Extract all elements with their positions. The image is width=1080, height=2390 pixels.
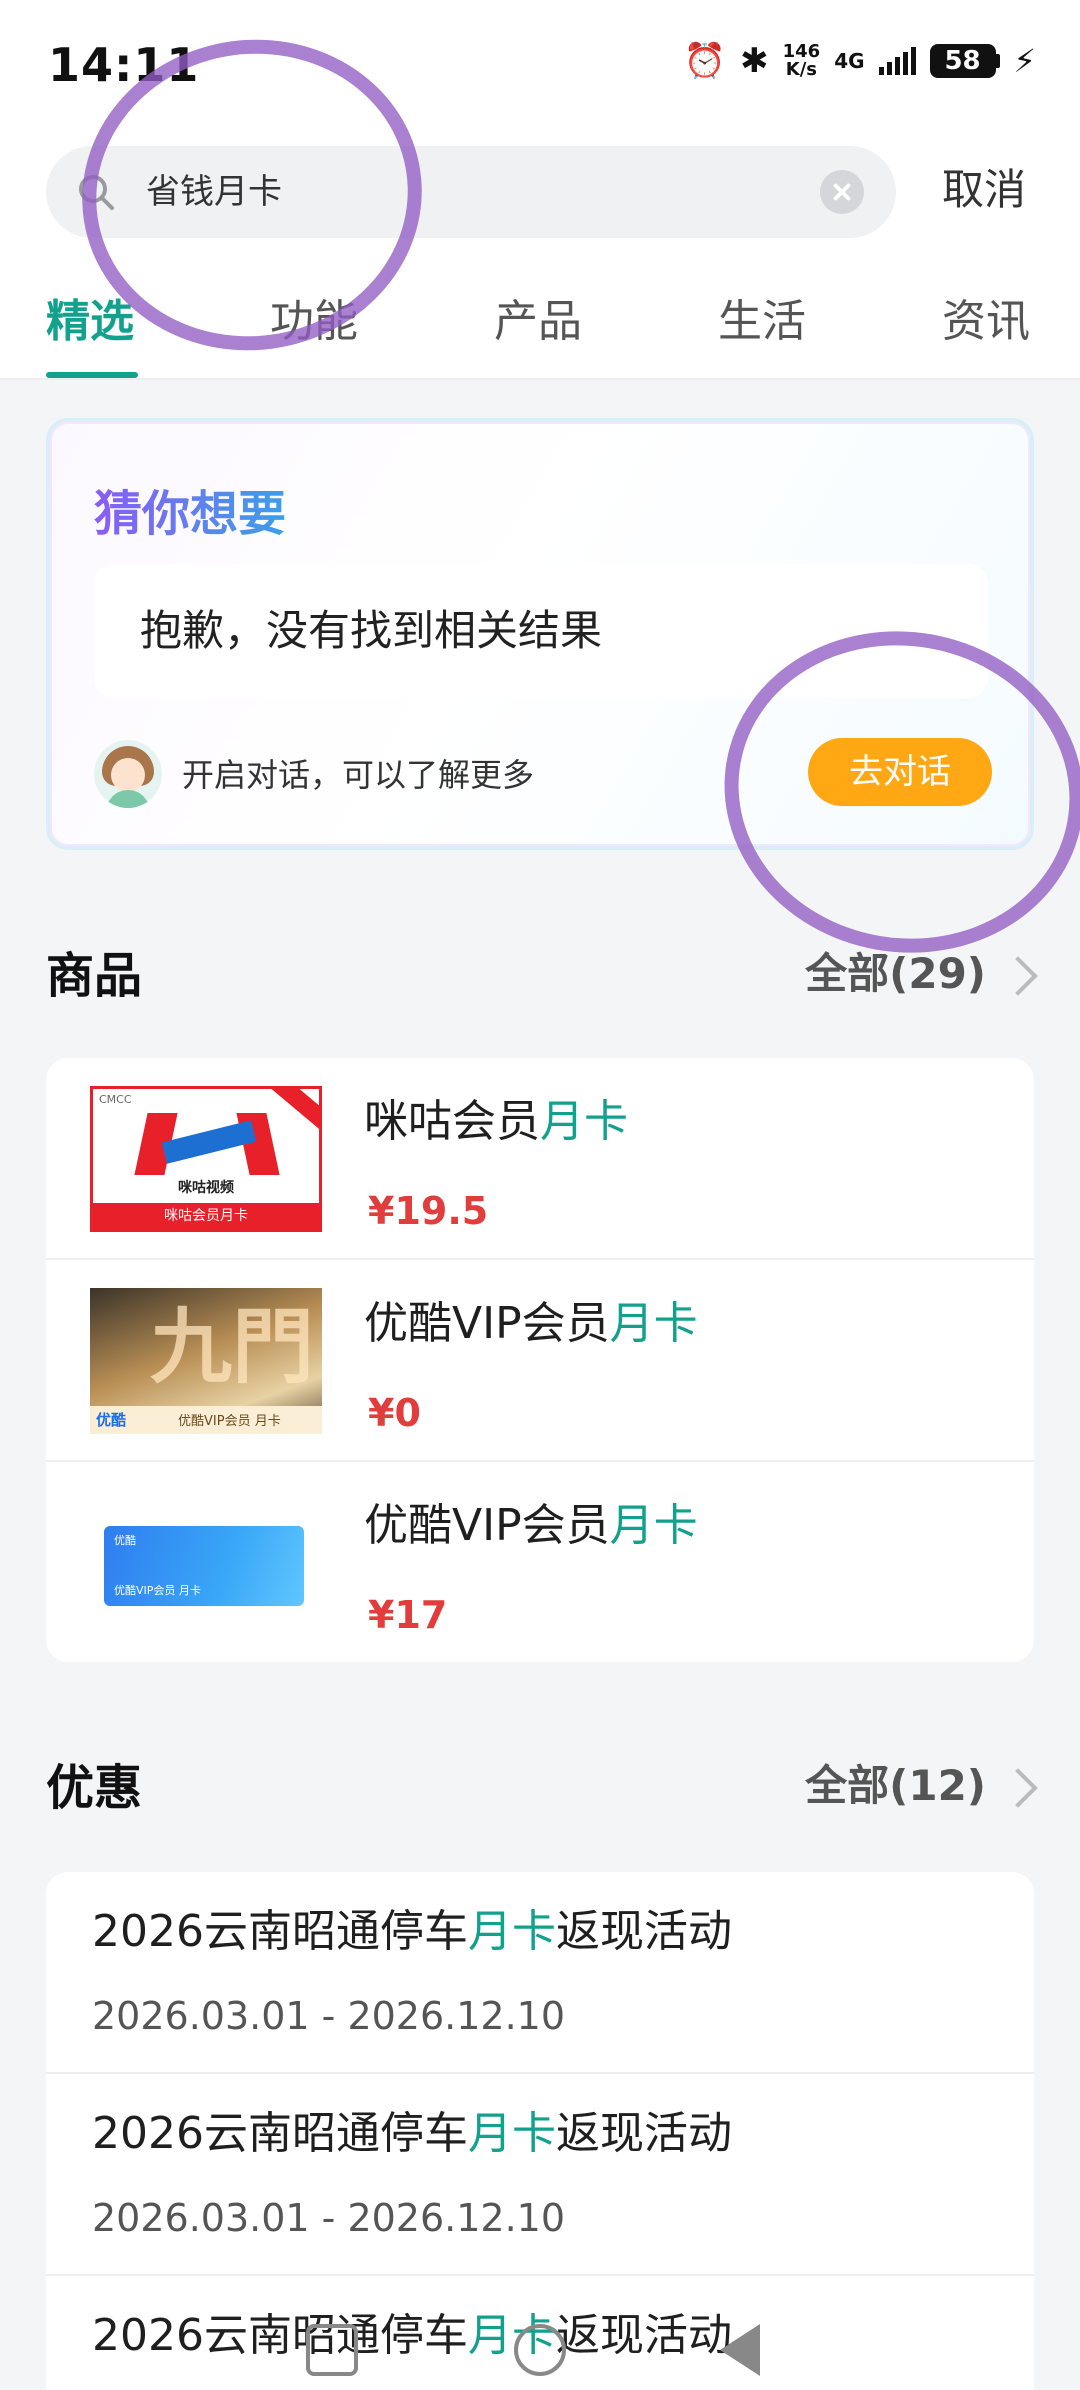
search-bar[interactable]: 省钱月卡 bbox=[46, 146, 896, 238]
chevron-right-icon[interactable] bbox=[998, 956, 1038, 996]
signal-icon bbox=[878, 47, 916, 75]
product-name: 咪咕会员月卡 bbox=[364, 1096, 628, 1147]
network-type: 4G bbox=[834, 49, 865, 73]
tab-featured[interactable]: 精选 bbox=[46, 292, 134, 352]
promo-dates: 2026.03.01 - 2026.12.10 bbox=[92, 1994, 566, 2038]
ai-suggestion-card: 猜你想要 抱歉，没有找到相关结果 开启对话，可以了解更多 去对话 bbox=[46, 418, 1034, 850]
promo-item[interactable]: 2026云南昭通停车月卡返现活动 2026.03.01 - 2026.12.10 bbox=[46, 1872, 1034, 2074]
tab-products[interactable]: 产品 bbox=[494, 292, 582, 352]
net-speed: 146 K/s bbox=[782, 41, 821, 80]
clear-icon[interactable] bbox=[820, 170, 864, 214]
products-see-all-link[interactable]: 全部(29) bbox=[805, 944, 986, 1004]
tab-functions[interactable]: 功能 bbox=[270, 292, 358, 352]
status-icons: ⏰ ✱ 146 K/s 4G 58 ⚡ bbox=[684, 42, 1036, 80]
promos-section-title: 优惠 bbox=[46, 1760, 143, 1816]
tab-news[interactable]: 资讯 bbox=[942, 292, 1030, 352]
product-name: 优酷VIP会员月卡 bbox=[364, 1298, 698, 1349]
ai-hint-text: 开启对话，可以了解更多 bbox=[182, 756, 535, 794]
promos-see-all-link[interactable]: 全部(12) bbox=[805, 1756, 986, 1816]
battery-icon: 58 bbox=[929, 44, 1000, 78]
product-name: 优酷VIP会员月卡 bbox=[364, 1500, 698, 1551]
product-item[interactable]: 优酷 优酷VIP会员 月卡 优酷VIP会员月卡 ¥17 bbox=[46, 1462, 1034, 1662]
thumb-logo: 优酷 bbox=[96, 1411, 127, 1429]
tab-active-indicator bbox=[46, 372, 138, 378]
tab-life[interactable]: 生活 bbox=[718, 292, 806, 352]
thumb-text: 优酷VIP会员 月卡 bbox=[178, 1414, 281, 1429]
status-time: 14:11 bbox=[48, 38, 200, 92]
products-card: CMCC 咪咕视频 咪咕会员月卡 咪咕会员月卡 ¥19.5 九門 优酷 优酷VI… bbox=[46, 1058, 1034, 1662]
alarm-icon: ⏰ bbox=[683, 41, 727, 81]
assistant-avatar bbox=[94, 740, 162, 808]
promo-dates: 2026.03.01 - 2026.12.10 bbox=[92, 2196, 566, 2240]
battery-level: 58 bbox=[929, 44, 996, 78]
thumb-banner: 咪咕会员月卡 bbox=[93, 1203, 319, 1229]
products-section-title: 商品 bbox=[46, 948, 143, 1004]
bluetooth-icon: ✱ bbox=[740, 41, 769, 81]
ai-card-title: 猜你想要 bbox=[94, 474, 286, 544]
recent-apps-icon[interactable] bbox=[306, 2324, 358, 2376]
thumb-logo: 优酷 bbox=[114, 1534, 136, 1547]
product-price: ¥19.5 bbox=[368, 1189, 489, 1233]
promo-item[interactable]: 2026云南昭通停车月卡返现活动 2026.03.01 - 2026.12.10 bbox=[46, 2074, 1034, 2276]
status-bar: 14:11 ⏰ ✱ 146 K/s 4G 58 ⚡ bbox=[0, 0, 1080, 130]
chevron-right-icon[interactable] bbox=[998, 1768, 1038, 1808]
home-icon[interactable] bbox=[514, 2324, 566, 2376]
product-thumbnail: 九門 优酷 优酷VIP会员 月卡 bbox=[90, 1288, 322, 1434]
cancel-button[interactable]: 取消 bbox=[942, 160, 1026, 220]
back-icon[interactable] bbox=[720, 2324, 760, 2376]
product-item[interactable]: CMCC 咪咕视频 咪咕会员月卡 咪咕会员月卡 ¥19.5 bbox=[46, 1058, 1034, 1260]
promo-title: 2026云南昭通停车月卡返现活动 bbox=[92, 1906, 732, 1957]
ai-result-box: 抱歉，没有找到相关结果 bbox=[94, 564, 988, 698]
product-item[interactable]: 九門 优酷 优酷VIP会员 月卡 优酷VIP会员月卡 ¥0 bbox=[46, 1260, 1034, 1462]
promo-title: 2026云南昭通停车月卡返现活动 bbox=[92, 2108, 732, 2159]
thumb-brand: 咪咕视频 bbox=[178, 1180, 234, 1196]
start-chat-button[interactable]: 去对话 bbox=[808, 738, 992, 806]
thumb-text: 优酷VIP会员 月卡 bbox=[114, 1584, 201, 1597]
ai-result-text: 抱歉，没有找到相关结果 bbox=[140, 606, 603, 655]
charging-icon: ⚡ bbox=[1013, 42, 1036, 80]
search-icon bbox=[79, 175, 114, 210]
tab-bar: 精选 功能 产品 生活 资讯 bbox=[0, 280, 1080, 380]
product-price: ¥17 bbox=[368, 1593, 448, 1637]
product-thumbnail: 优酷 优酷VIP会员 月卡 bbox=[90, 1490, 322, 1636]
system-nav-bar bbox=[0, 2300, 1080, 2390]
product-thumbnail: CMCC 咪咕视频 咪咕会员月卡 bbox=[90, 1086, 322, 1232]
search-input[interactable]: 省钱月卡 bbox=[146, 168, 282, 216]
product-price: ¥0 bbox=[368, 1391, 421, 1435]
